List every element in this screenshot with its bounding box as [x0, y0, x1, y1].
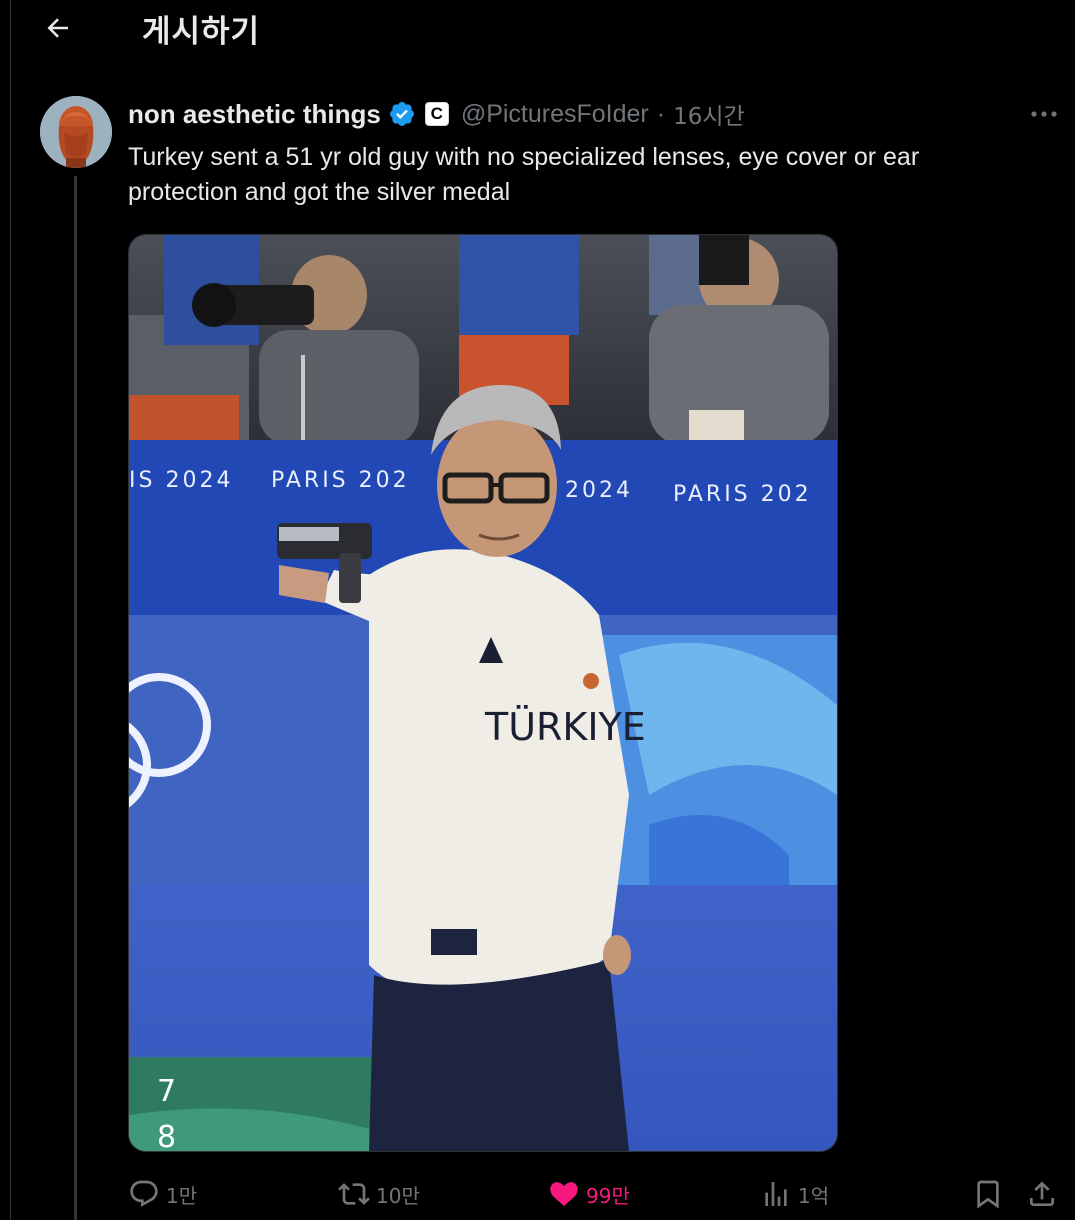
banner-text-right: 2024: [565, 478, 633, 503]
verified-badge-icon: [388, 100, 416, 128]
column-border: [10, 0, 11, 1220]
views-count: 1억: [798, 1183, 830, 1208]
score-number-bottom: 8: [157, 1120, 176, 1151]
more-horizontal-icon: [1029, 109, 1059, 119]
share-icon: [1026, 1178, 1058, 1210]
share-button[interactable]: [1026, 1174, 1058, 1214]
post-action-bar: 1만 10만 99만 1억: [0, 1168, 1075, 1218]
reply-count: 1만: [166, 1183, 198, 1208]
post-author-row: non aesthetic things C @PicturesFoIder ·…: [128, 96, 745, 132]
like-count: 99만: [586, 1183, 630, 1208]
bookmark-icon: [972, 1178, 1004, 1210]
avatar[interactable]: [40, 96, 112, 168]
score-number-top: 7: [157, 1074, 176, 1109]
affiliation-badge[interactable]: C: [424, 102, 449, 126]
thread-line: [74, 176, 77, 1220]
more-options-button[interactable]: [1022, 96, 1066, 132]
shirt-text: TÜRKIYE: [484, 705, 646, 749]
views-button[interactable]: 1억: [760, 1174, 829, 1214]
arrow-left-icon: [43, 13, 73, 43]
repost-count: 10만: [376, 1183, 420, 1208]
back-button[interactable]: [38, 8, 78, 48]
post-timestamp[interactable]: 16시간: [673, 97, 745, 131]
banner-text-far: PARIS 202: [673, 482, 812, 507]
banner-text-left: IS 2024: [129, 468, 233, 493]
reply-icon: [128, 1178, 160, 1210]
repost-button[interactable]: 10만: [338, 1174, 420, 1214]
author-display-name[interactable]: non aesthetic things: [128, 99, 381, 130]
bookmark-button[interactable]: [972, 1174, 1004, 1214]
post-image[interactable]: IS 2024 PARIS 202 2024 PARIS 202 7 8 TÜR…: [128, 234, 838, 1152]
post-text: Turkey sent a 51 yr old guy with no spec…: [128, 143, 920, 206]
repost-icon: [338, 1178, 370, 1210]
banner-text-mid: PARIS 202: [271, 468, 410, 493]
page-title: 게시하기: [142, 14, 261, 50]
page-header: 게시하기: [0, 0, 1075, 56]
heart-filled-icon: [548, 1178, 580, 1210]
like-button[interactable]: 99만: [548, 1174, 630, 1214]
author-handle[interactable]: @PicturesFoIder: [461, 100, 649, 129]
meta-separator: ·: [656, 99, 666, 128]
views-chart-icon: [760, 1178, 792, 1210]
reply-button[interactable]: 1만: [128, 1174, 197, 1214]
